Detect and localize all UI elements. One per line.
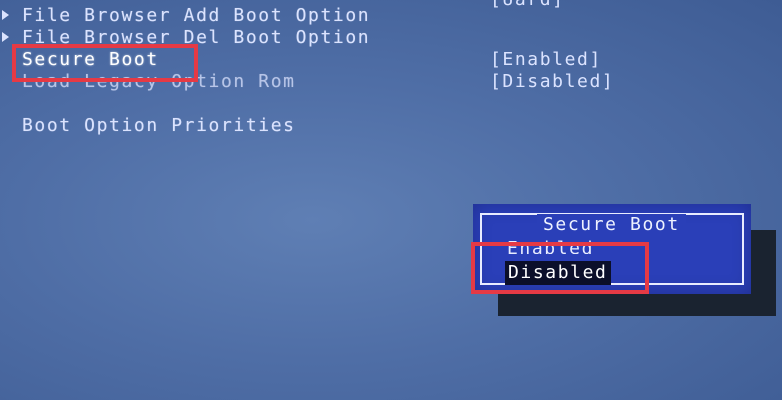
- menu-item-file-browser-add[interactable]: File Browser Add Boot Option: [22, 5, 370, 26]
- submenu-arrow-icon: [2, 32, 9, 42]
- secure-boot-value[interactable]: [Enabled]: [490, 49, 602, 70]
- bios-boot-screen: [Uard] File Browser Add Boot Option File…: [0, 0, 782, 400]
- popup-frame: Secure Boot Enabled Disabled: [480, 213, 744, 285]
- submenu-arrow-icon: [2, 10, 9, 20]
- partial-value-top: [Uard]: [490, 0, 565, 10]
- popup-option-enabled[interactable]: Enabled: [507, 238, 594, 254]
- menu-item-file-browser-del[interactable]: File Browser Del Boot Option: [22, 27, 370, 48]
- menu-item-load-legacy-option-rom[interactable]: Load Legacy Option Rom: [22, 71, 296, 92]
- load-legacy-option-rom-value[interactable]: [Disabled]: [490, 71, 614, 92]
- secure-boot-popup: Secure Boot Enabled Disabled: [473, 204, 751, 294]
- menu-item-boot-option-priorities: Boot Option Priorities: [22, 115, 296, 136]
- popup-title: Secure Boot: [537, 214, 686, 235]
- menu-item-secure-boot[interactable]: Secure Boot: [22, 49, 159, 70]
- popup-option-disabled[interactable]: Disabled: [505, 261, 611, 285]
